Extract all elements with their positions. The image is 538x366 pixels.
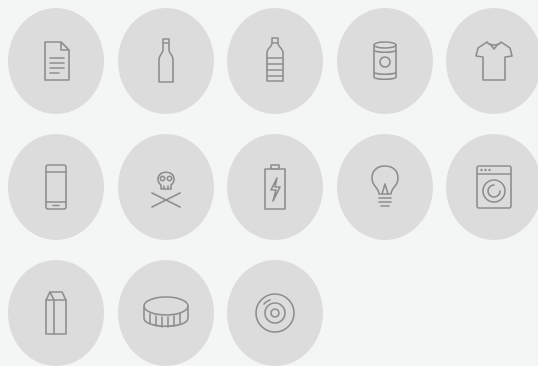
tile-hazardous-waste[interactable] (118, 134, 214, 240)
document-icon (44, 41, 70, 81)
tile-clothing[interactable] (446, 8, 538, 114)
tile-plastic-bottle[interactable] (227, 8, 323, 114)
plastic-bottle-icon (266, 37, 284, 82)
tile-paper-document[interactable] (8, 8, 104, 114)
tile-glass-bottle[interactable] (118, 8, 214, 114)
cd-icon (255, 293, 295, 333)
bottle-cap-icon (143, 296, 189, 328)
tile-light-bulb[interactable] (337, 134, 433, 240)
tile-mobile-phone[interactable] (8, 134, 104, 240)
light-bulb-icon (371, 165, 399, 207)
tile-tin-can[interactable] (337, 8, 433, 114)
glass-bottle-icon (158, 38, 174, 83)
milk-carton-icon (45, 291, 67, 335)
skull-crossbones-icon (151, 171, 181, 208)
battery-icon (264, 164, 286, 210)
washing-machine-icon (476, 165, 512, 209)
tile-compact-disc[interactable] (227, 260, 323, 366)
tile-washing-machine[interactable] (446, 134, 538, 240)
tin-can-icon (373, 41, 397, 81)
tile-battery[interactable] (227, 134, 323, 240)
tile-bottle-cap[interactable] (118, 260, 214, 366)
tile-milk-carton[interactable] (8, 260, 104, 366)
smartphone-icon (45, 164, 67, 210)
recycling-category-grid (0, 0, 538, 366)
t-shirt-icon (475, 41, 513, 81)
